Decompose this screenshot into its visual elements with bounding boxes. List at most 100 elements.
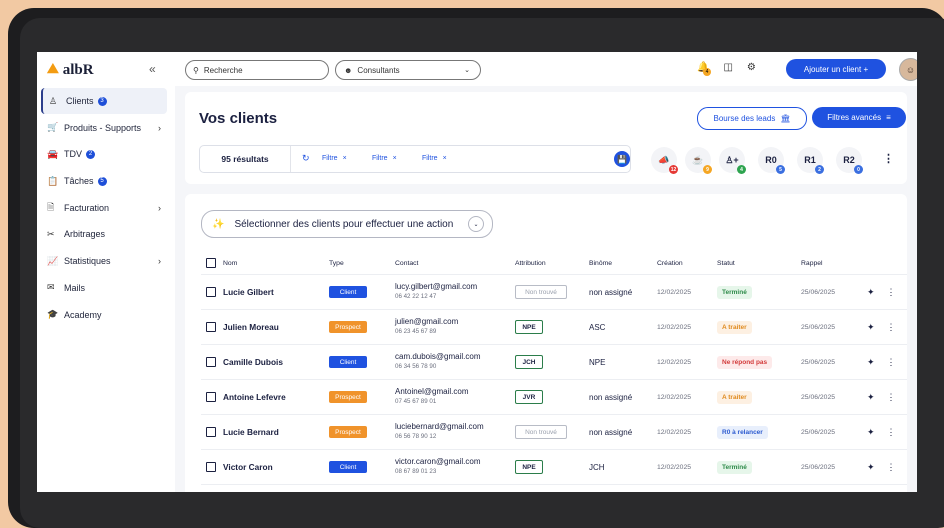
consultants-label: Consultants — [357, 65, 400, 75]
sidebar-item-clients[interactable]: ♙ Clients 3 — [41, 88, 167, 114]
collapse-sidebar-icon[interactable]: « — [149, 62, 156, 76]
table-row[interactable]: Victor Caron Client victor.caron@gmail.com… — [201, 450, 907, 485]
row-checkbox[interactable] — [206, 462, 216, 472]
client-name[interactable]: Lucie Bernard — [223, 427, 279, 437]
contact-email[interactable]: Antoinel@gmail.com — [395, 387, 468, 397]
filtres-label: Filtres avancés — [827, 113, 882, 122]
filter-chip[interactable]: Filtre × — [322, 155, 347, 162]
column-header-label: Attribution — [515, 259, 546, 267]
stat-add-person[interactable]: ♙+ 4 — [719, 147, 746, 174]
close-icon[interactable]: × — [443, 155, 447, 162]
contact-phone: 06 34 56 78 90 — [395, 363, 437, 370]
column-header[interactable]: Contact — [395, 252, 418, 274]
close-icon[interactable]: × — [393, 155, 397, 162]
row-checkbox[interactable] — [206, 287, 216, 297]
stat-r0[interactable]: R0 5 — [758, 147, 785, 174]
contact-email[interactable]: cam.dubois@gmail.com — [395, 352, 480, 362]
save-filter-button[interactable]: 💾 — [614, 151, 630, 167]
sidebar-item-t-ches[interactable]: 📋 Tâches 5 — [41, 168, 167, 194]
advanced-filters-button[interactable]: Filtres avancés ≡ — [812, 107, 906, 128]
gear-icon[interactable]: ⚙ — [747, 62, 756, 73]
contact-email[interactable]: julien@gmail.com — [395, 317, 458, 327]
table-row[interactable]: Camille Dubois Client cam.dubois@gmail.com… — [201, 345, 907, 380]
row-checkbox[interactable] — [206, 322, 216, 332]
sparkle-icon[interactable]: ✦ — [867, 462, 875, 473]
sidebar-badge: 5 — [97, 176, 107, 186]
stat-pot[interactable]: ☕ 9 — [685, 147, 712, 174]
contact-email[interactable]: luciebernard@gmail.com — [395, 422, 484, 432]
cart-icon: 🛒 — [47, 122, 59, 133]
attribution-badge: Non trouvé — [515, 425, 567, 439]
more-options-icon[interactable]: ⋮ — [883, 152, 894, 165]
search-input[interactable]: ⚲ Recherche — [185, 60, 329, 80]
bourse-leads-button[interactable]: Bourse des leads 🏛 — [697, 107, 807, 130]
sidebar-item-label: Mails — [64, 282, 86, 293]
clients-table: Nom Type Contact Attribution Binôme Création S… — [201, 252, 907, 485]
sparkle-icon[interactable]: ✦ — [867, 392, 875, 403]
column-header[interactable]: Création — [657, 252, 683, 274]
rappel-date: 25/06/2025 — [801, 463, 836, 471]
sidebar-item-arbitrages[interactable]: ✂ Arbitrages — [41, 221, 167, 247]
contact-email[interactable]: lucy.gilbert@gmail.com — [395, 282, 477, 292]
column-header[interactable]: Nom — [206, 252, 237, 274]
column-header[interactable]: Attribution — [515, 252, 546, 274]
bank-icon: 🏛 — [780, 114, 791, 123]
bulk-action-select[interactable]: ✨ Sélectionner des clients pour effectue… — [201, 210, 493, 238]
add-client-button[interactable]: Ajouter un client + — [786, 59, 886, 79]
sidebar-item-produits-supports[interactable]: 🛒 Produits - Supports › — [41, 115, 167, 141]
avatar[interactable]: ☺ — [899, 58, 917, 81]
rappel-date: 25/06/2025 — [801, 358, 836, 366]
column-header-label: Type — [329, 259, 344, 267]
row-menu-icon[interactable]: ⋮ — [887, 427, 896, 438]
stat-r1[interactable]: R1 2 — [797, 147, 824, 174]
client-name[interactable]: Julien Moreau — [223, 322, 279, 332]
bell-icon[interactable]: 🔔 4 — [697, 62, 711, 76]
sidebar-item-academy[interactable]: 🎓 Academy — [41, 302, 167, 328]
client-name[interactable]: Victor Caron — [223, 462, 273, 472]
stat-r2[interactable]: R2 0 — [836, 147, 863, 174]
row-checkbox[interactable] — [206, 427, 216, 437]
refresh-icon[interactable]: ↻ — [302, 153, 310, 164]
row-menu-icon[interactable]: ⋮ — [887, 357, 896, 368]
sidebar-badge: 2 — [86, 149, 95, 159]
car-icon: 🚘 — [47, 148, 59, 159]
consultants-select[interactable]: ☻ Consultants ⌄ — [335, 60, 481, 80]
row-checkbox[interactable] — [206, 357, 216, 367]
mail-icon: ✉ — [47, 282, 55, 293]
close-icon[interactable]: × — [343, 155, 347, 162]
row-menu-icon[interactable]: ⋮ — [887, 322, 896, 333]
sparkle-icon[interactable]: ✦ — [867, 357, 875, 368]
table-row[interactable]: Julien Moreau Prospect julien@gmail.com 06 … — [201, 310, 907, 345]
table-row[interactable]: Lucie Bernard Prospect luciebernard@gmail.… — [201, 415, 907, 450]
client-name[interactable]: Camille Dubois — [223, 357, 283, 367]
sidebar-item-facturation[interactable]: 🗎 Facturation › — [41, 195, 167, 221]
message-icon[interactable]: ◫ — [723, 62, 732, 73]
filter-chip[interactable]: Filtre × — [372, 155, 397, 162]
sparkle-icon[interactable]: ✦ — [867, 427, 875, 438]
row-menu-icon[interactable]: ⋮ — [887, 287, 896, 298]
contact-email[interactable]: victor.caron@gmail.com — [395, 457, 480, 467]
column-header[interactable]: Binôme — [589, 252, 612, 274]
client-name[interactable]: Lucie Gilbert — [223, 287, 274, 297]
sparkle-icon[interactable]: ✦ — [867, 287, 875, 298]
row-menu-icon[interactable]: ⋮ — [887, 462, 896, 473]
sparkle-icon[interactable]: ✦ — [867, 322, 875, 333]
select-all-checkbox[interactable] — [206, 258, 216, 268]
sidebar-item-label: Facturation — [64, 202, 110, 213]
column-header[interactable]: Type — [329, 252, 344, 274]
filter-chip[interactable]: Filtre × — [422, 155, 447, 162]
row-checkbox[interactable] — [206, 392, 216, 402]
table-row[interactable]: Antoine Lefevre Prospect Antoinel@gmail.co… — [201, 380, 907, 415]
column-header[interactable]: Rappel — [801, 252, 823, 274]
logo[interactable]: ⛰ albR — [47, 60, 94, 80]
magic-wand-icon: ✨ — [212, 218, 225, 230]
sidebar-item-mails[interactable]: ✉ Mails — [41, 275, 167, 301]
binome-value: non assigné — [589, 427, 633, 437]
row-menu-icon[interactable]: ⋮ — [887, 392, 896, 403]
stat-megaphone[interactable]: 📣 12 — [651, 147, 678, 174]
table-row[interactable]: Lucie Gilbert Client lucy.gilbert@gmail.co… — [201, 275, 907, 310]
column-header[interactable]: Statut — [717, 252, 735, 274]
sidebar-item-statistiques[interactable]: 📈 Statistiques › — [41, 248, 167, 274]
sidebar-item-tdv[interactable]: 🚘 TDV 2 — [41, 141, 167, 167]
client-name[interactable]: Antoine Lefevre — [223, 392, 286, 402]
